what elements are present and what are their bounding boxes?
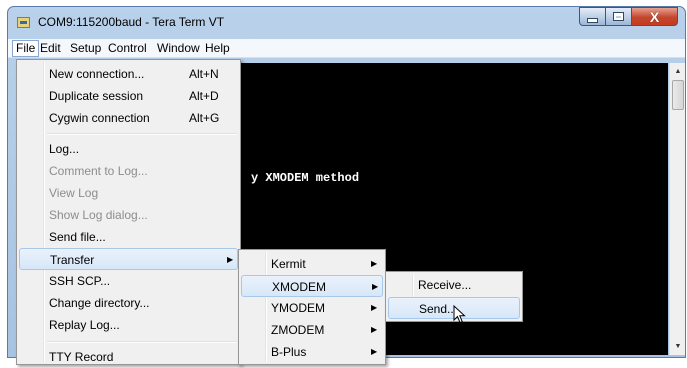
- menu-item-label: View Log: [49, 186, 99, 200]
- menu-item-label: TTY Record: [49, 350, 114, 364]
- menu-item-label: Replay Log...: [49, 318, 120, 332]
- file-duplicate-session[interactable]: Duplicate session Alt+D: [19, 85, 238, 107]
- menu-item-label: Show Log dialog...: [49, 208, 148, 222]
- window-title: COM9:115200baud - Tera Term VT: [38, 15, 225, 29]
- file-send-file[interactable]: Send file...: [19, 226, 238, 248]
- menu-item-label: Send...: [419, 302, 458, 316]
- transfer-b-plus[interactable]: B-Plus ▶: [241, 341, 383, 363]
- menu-separator: [47, 133, 237, 135]
- file-menu: New connection... Alt+N Duplicate sessio…: [16, 59, 241, 365]
- submenu-arrow-icon: ▶: [371, 325, 378, 334]
- menu-item-label: Send file...: [49, 230, 106, 244]
- menu-control[interactable]: Control: [105, 41, 150, 56]
- transfer-ymodem[interactable]: YMODEM ▶: [241, 297, 383, 319]
- xmodem-receive[interactable]: Receive...: [388, 274, 520, 296]
- maximize-button[interactable]: [606, 7, 632, 26]
- title-bar[interactable]: COM9:115200baud - Tera Term VT X: [8, 7, 685, 37]
- submenu-arrow-icon: ▶: [372, 282, 379, 291]
- file-show-log-dialog: Show Log dialog...: [19, 204, 238, 226]
- close-icon: X: [649, 8, 660, 25]
- menu-item-label: B-Plus: [271, 345, 307, 359]
- submenu-arrow-icon: ▶: [371, 347, 378, 356]
- menu-item-label: Cygwin connection: [49, 111, 150, 125]
- menu-item-label: New connection...: [49, 67, 145, 81]
- transfer-zmodem[interactable]: ZMODEM ▶: [241, 319, 383, 341]
- menu-separator: [47, 341, 237, 343]
- menu-item-label: YMODEM: [271, 301, 325, 315]
- file-replay-log[interactable]: Replay Log...: [19, 314, 238, 336]
- menu-item-shortcut: Alt+D: [189, 89, 219, 103]
- menu-item-shortcut: Alt+G: [189, 111, 220, 125]
- file-tty-record[interactable]: TTY Record: [19, 346, 238, 368]
- transfer-submenu: Kermit ▶ XMODEM ▶ YMODEM ▶ ZMODEM ▶ B-Pl…: [238, 249, 386, 365]
- submenu-arrow-icon: ▶: [371, 259, 378, 268]
- transfer-kermit[interactable]: Kermit ▶: [241, 253, 383, 275]
- menu-item-shortcut: Alt+N: [189, 67, 219, 81]
- file-cygwin-connection[interactable]: Cygwin connection Alt+G: [19, 107, 238, 129]
- mouse-pointer-icon: [453, 305, 466, 324]
- menu-item-label: Change directory...: [49, 296, 150, 310]
- scroll-thumb[interactable]: [672, 80, 684, 110]
- scroll-down-arrow-icon[interactable]: ▼: [670, 338, 685, 355]
- menu-bar: File Edit Setup Control Window Help: [8, 39, 685, 58]
- close-button[interactable]: X: [632, 7, 678, 26]
- menu-item-label: Transfer: [50, 253, 95, 267]
- window-controls: X: [579, 7, 678, 27]
- menu-window[interactable]: Window: [154, 41, 203, 56]
- menu-item-label: XMODEM: [272, 280, 326, 294]
- menu-item-label: SSH SCP...: [49, 274, 111, 288]
- terminal-text: y XMODEM method: [251, 171, 360, 185]
- file-view-log: View Log: [19, 182, 238, 204]
- file-log[interactable]: Log...: [19, 138, 238, 160]
- menu-item-label: Comment to Log...: [49, 164, 148, 178]
- menu-edit[interactable]: Edit: [37, 41, 64, 56]
- file-transfer[interactable]: Transfer ▶: [19, 248, 238, 270]
- file-change-directory[interactable]: Change directory...: [19, 292, 238, 314]
- transfer-xmodem[interactable]: XMODEM ▶: [241, 275, 383, 297]
- minimize-button[interactable]: [579, 7, 606, 26]
- submenu-arrow-icon: ▶: [371, 303, 378, 312]
- vertical-scrollbar[interactable]: ▲ ▼: [669, 63, 685, 355]
- scroll-up-arrow-icon[interactable]: ▲: [670, 63, 685, 80]
- file-new-connection[interactable]: New connection... Alt+N: [19, 63, 238, 85]
- menu-item-label: Kermit: [271, 257, 306, 271]
- submenu-arrow-icon: ▶: [227, 255, 234, 264]
- menu-help[interactable]: Help: [202, 41, 233, 56]
- file-ssh-scp[interactable]: SSH SCP...: [19, 270, 238, 292]
- menu-item-label: Receive...: [418, 278, 472, 292]
- menu-item-label: ZMODEM: [271, 323, 325, 337]
- menu-setup[interactable]: Setup: [67, 41, 104, 56]
- maximize-icon: [613, 12, 624, 21]
- minimize-icon: [587, 17, 598, 23]
- file-comment-to-log: Comment to Log...: [19, 160, 238, 182]
- menu-file[interactable]: File: [12, 40, 40, 57]
- menu-item-label: Log...: [49, 142, 80, 156]
- menu-item-label: Duplicate session: [49, 89, 144, 103]
- app-icon[interactable]: [17, 17, 30, 28]
